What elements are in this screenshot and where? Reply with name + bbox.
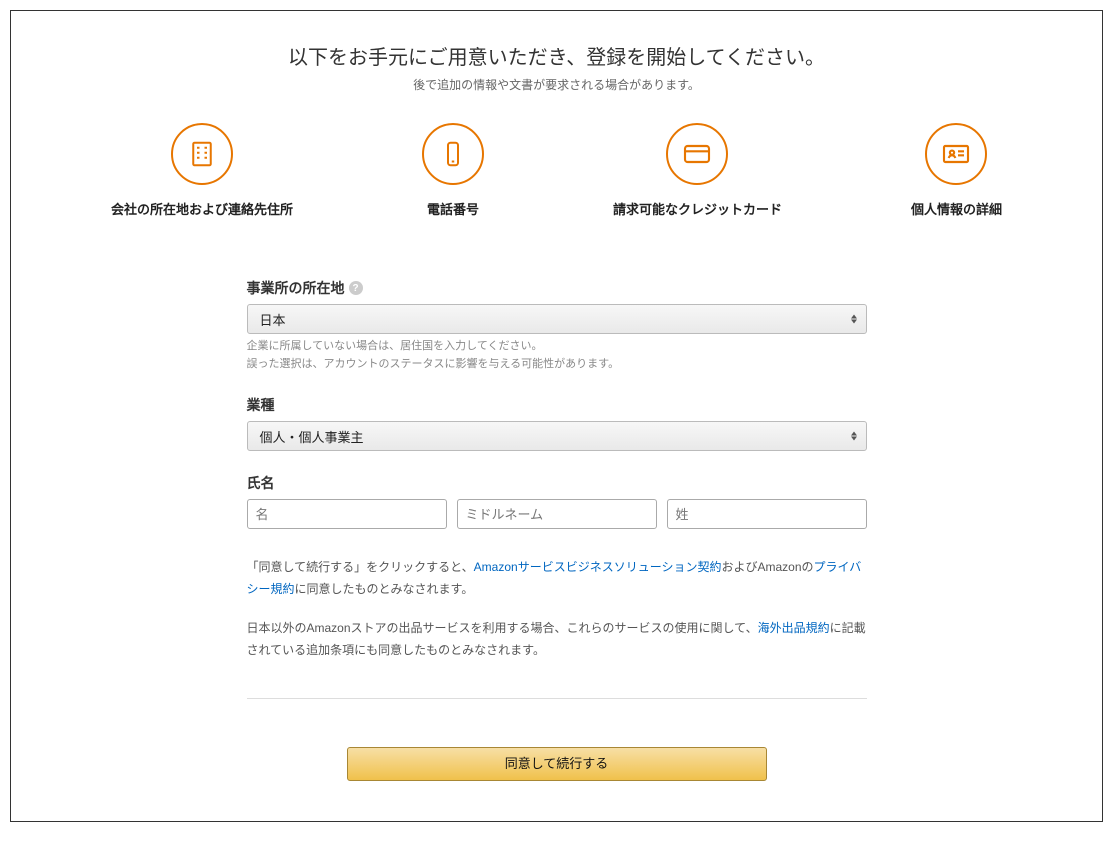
header: 以下をお手元にご用意いただき、登録を開始してください。 後で追加の情報や文書が要… <box>31 41 1082 93</box>
industry-label: 業種 <box>247 395 867 415</box>
overseas-listing-terms-link[interactable]: 海外出品規約 <box>758 621 830 635</box>
business-solution-agreement-link[interactable]: Amazonサービスビジネスソリューション契約 <box>474 560 722 574</box>
step-business-location: 会社の所在地および連絡先住所 <box>111 123 293 218</box>
form-area: 事業所の所在地 ? 日本 企業に所属していない場合は、居住国を入力してください。… <box>247 278 867 781</box>
credit-card-icon <box>666 123 728 185</box>
requirements-row: 会社の所在地および連絡先住所 電話番号 請求可能なクレジットカード <box>31 123 1082 218</box>
phone-icon <box>422 123 484 185</box>
step-credit-card: 請求可能なクレジットカード <box>613 123 782 218</box>
name-label: 氏名 <box>247 473 867 493</box>
step-label: 個人情報の詳細 <box>911 199 1002 218</box>
industry-select[interactable]: 個人・個人事業主 <box>247 421 867 451</box>
id-card-icon <box>925 123 987 185</box>
step-label: 会社の所在地および連絡先住所 <box>111 199 293 218</box>
building-icon <box>171 123 233 185</box>
divider <box>247 698 867 699</box>
middle-name-input[interactable] <box>457 499 657 529</box>
field-name: 氏名 <box>247 473 867 529</box>
step-label: 請求可能なクレジットカード <box>613 199 782 218</box>
page-title: 以下をお手元にご用意いただき、登録を開始してください。 <box>31 41 1082 70</box>
business-location-select[interactable]: 日本 <box>247 304 867 334</box>
page-subtitle: 後で追加の情報や文書が要求される場合があります。 <box>31 76 1082 93</box>
business-location-label: 事業所の所在地 ? <box>247 278 867 298</box>
field-business-location: 事業所の所在地 ? 日本 企業に所属していない場合は、居住国を入力してください。… <box>247 278 867 373</box>
field-industry: 業種 個人・個人事業主 <box>247 395 867 451</box>
agree-continue-button[interactable]: 同意して続行する <box>347 747 767 781</box>
first-name-input[interactable] <box>247 499 447 529</box>
business-location-hint: 企業に所属していない場合は、居住国を入力してください。 誤った選択は、アカウント… <box>247 338 867 373</box>
step-phone: 電話番号 <box>422 123 484 218</box>
step-label: 電話番号 <box>427 199 479 218</box>
registration-panel: 以下をお手元にご用意いただき、登録を開始してください。 後で追加の情報や文書が要… <box>10 10 1103 822</box>
help-icon[interactable]: ? <box>349 281 363 295</box>
step-personal-info: 個人情報の詳細 <box>911 123 1002 218</box>
terms-text: 「同意して続行する」をクリックすると、Amazonサービスビジネスソリューション… <box>247 557 867 661</box>
last-name-input[interactable] <box>667 499 867 529</box>
